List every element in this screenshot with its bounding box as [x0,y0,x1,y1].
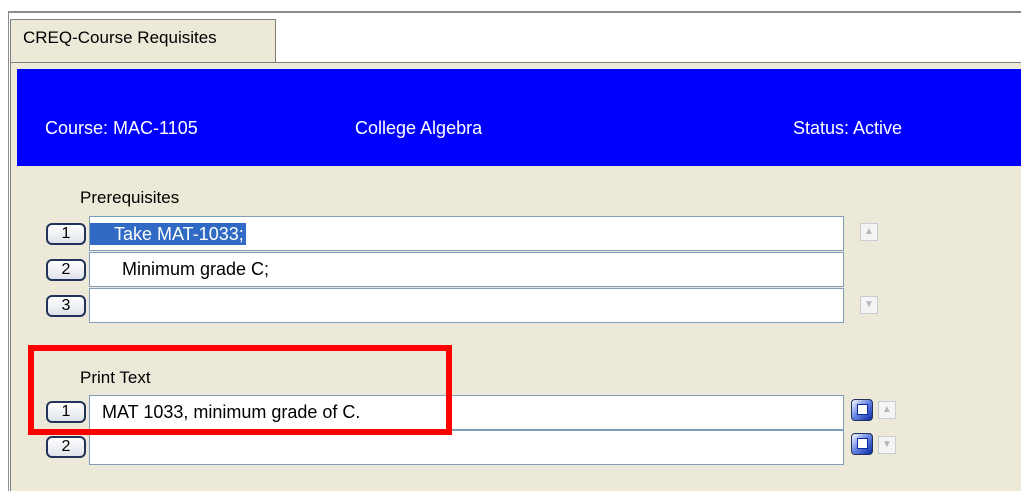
prereq-scroll-down-arrow-icon[interactable]: ▼ [860,296,878,314]
prereq-row-number-3[interactable]: 3 [46,295,86,317]
print-text-detail-1-icon[interactable] [851,399,873,421]
course-code: Course: MAC-1105 [45,118,198,138]
course-status: Status: Active [793,118,903,138]
prereq-scroll-up-arrow-icon[interactable]: ▲ [860,223,878,241]
print-text-field-2[interactable] [89,430,844,465]
course-title: College Algebra [355,118,483,138]
tab-label: CREQ-Course Requisites [23,28,217,47]
prereq-field-3[interactable] [89,288,844,323]
print-text-scroll-down-arrow-icon[interactable]: ▼ [878,436,896,454]
print-text-detail-2-icon[interactable] [851,433,873,455]
top-divider [8,11,1021,13]
left-divider [8,11,9,491]
print-text-row-number-2[interactable]: 2 [46,436,86,458]
print-text-scroll-up-arrow-icon[interactable]: ▲ [878,401,896,419]
tab-creq-course-requisites[interactable]: CREQ-Course Requisites [10,19,276,63]
prerequisites-label: Prerequisites [80,188,180,207]
prereq-field-2[interactable]: Minimum grade C; [89,252,844,287]
prereq-row-number-2[interactable]: 2 [46,259,86,281]
prereq-field-1-value: Take MAT-1033; [90,223,246,245]
prereq-row-number-1[interactable]: 1 [46,223,86,245]
prereq-field-1[interactable]: Take MAT-1033; [89,216,844,251]
annotation-highlight-box [28,345,452,435]
window-frame: CREQ-Course Requisites Course: MAC-1105 … [0,0,1021,491]
